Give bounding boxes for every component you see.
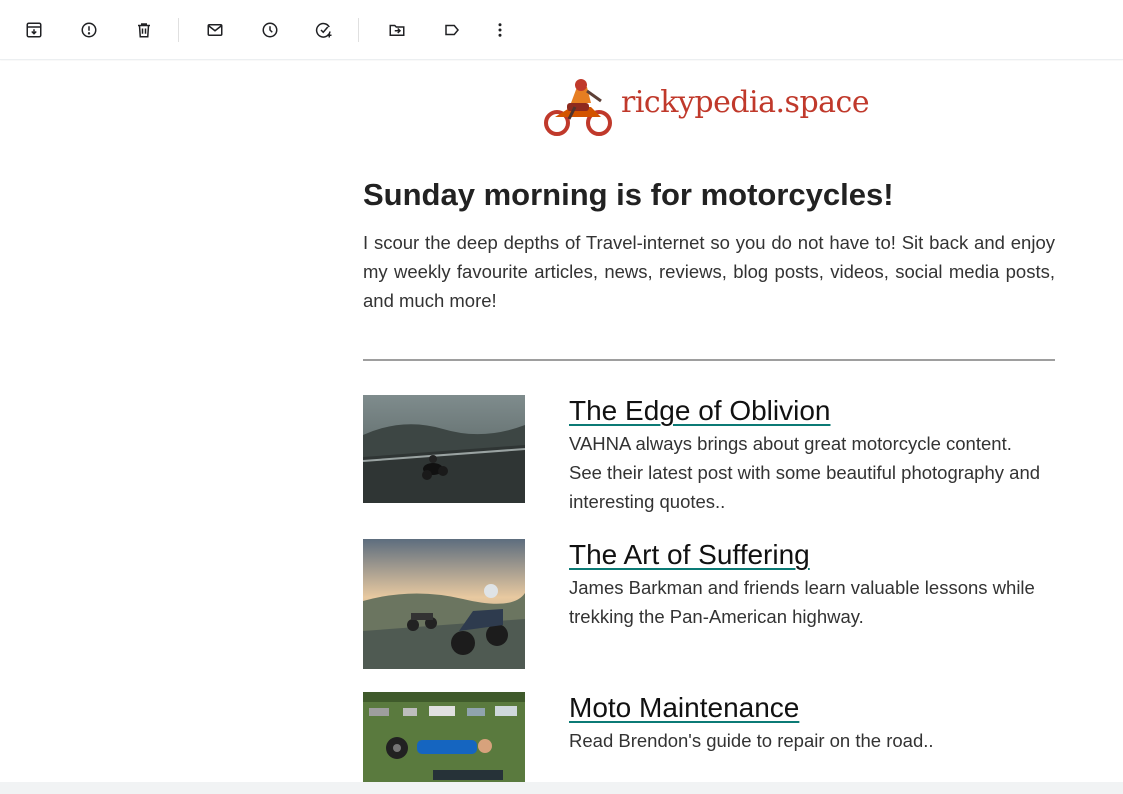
article-title-link[interactable]: Moto Maintenance: [569, 692, 799, 724]
article-description: VAHNA always brings about great motorcyc…: [569, 433, 1041, 512]
move-to-button[interactable]: [383, 16, 411, 44]
delete-button[interactable]: [130, 16, 158, 44]
dual-sport-motorcycles-image: [363, 539, 525, 669]
motorcycle-rider-logo: [544, 79, 612, 136]
motorcycle-tools-layout-image: [363, 692, 525, 782]
email-toolbar: [0, 0, 1123, 60]
article-item: The Art of Suffering James Barkman and f…: [363, 539, 1055, 671]
mark-unread-button[interactable]: [201, 16, 229, 44]
article-thumbnail[interactable]: [363, 692, 525, 782]
article-title-link[interactable]: The Art of Suffering: [569, 539, 810, 571]
report-spam-icon: [81, 22, 97, 38]
archive-icon: [26, 22, 42, 38]
report-spam-button[interactable]: [75, 16, 103, 44]
add-task-button[interactable]: [310, 16, 338, 44]
article-description: James Barkman and friends learn valuable…: [569, 577, 1035, 627]
bottom-bar: [0, 782, 1123, 794]
section-divider: [363, 359, 1055, 361]
article-thumbnail[interactable]: [363, 539, 525, 669]
labels-button[interactable]: [438, 16, 466, 44]
motorcycle-road-image: [363, 395, 525, 503]
label-icon: [445, 24, 459, 36]
toolbar-divider: [358, 18, 359, 42]
snooze-icon: [262, 22, 278, 38]
email-body: rickypedia.space Sunday morning is for m…: [0, 61, 1123, 782]
move-to-icon: [389, 24, 405, 36]
article-thumbnail[interactable]: [363, 395, 525, 503]
more-icon: [498, 23, 502, 37]
article-item: The Edge of Oblivion VAHNA always brings…: [363, 395, 1055, 515]
toolbar-divider: [178, 18, 179, 42]
add-task-icon: [315, 22, 332, 38]
brand-name: rickypedia.space: [621, 85, 870, 120]
newsletter-brand[interactable]: rickypedia.space: [541, 77, 881, 137]
archive-button[interactable]: [20, 16, 48, 44]
article-description: Read Brendon's guide to repair on the ro…: [569, 730, 934, 751]
snooze-button[interactable]: [256, 16, 284, 44]
newsletter-headline: Sunday morning is for motorcycles!: [363, 177, 894, 212]
mark-unread-icon: [207, 24, 223, 36]
delete-icon: [138, 23, 150, 38]
newsletter-intro: I scour the deep depths of Travel-intern…: [363, 232, 1055, 311]
article-item: Moto Maintenance Read Brendon's guide to…: [363, 692, 1055, 782]
article-title-link[interactable]: The Edge of Oblivion: [569, 395, 831, 427]
more-button[interactable]: [486, 16, 514, 44]
